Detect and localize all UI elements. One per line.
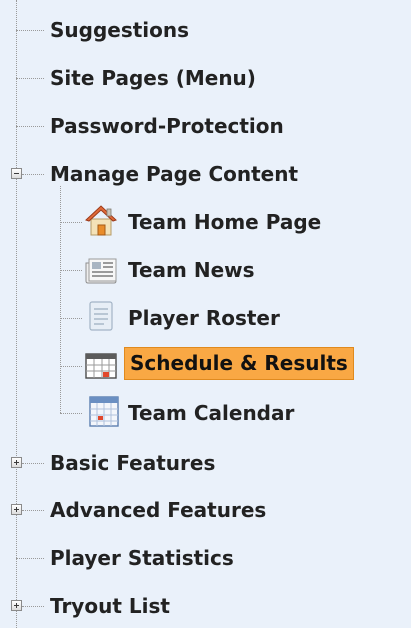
tree-item-password-protection[interactable]: Password-Protection (47, 113, 287, 139)
calendar-icon (89, 396, 119, 427)
house-icon (85, 205, 117, 236)
expand-plus-icon[interactable] (11, 600, 22, 611)
tree-item-schedule-results[interactable]: Schedule & Results (124, 347, 354, 380)
tree-item-tryout-list[interactable]: Tryout List (47, 593, 173, 619)
tree-item-team-calendar[interactable]: Team Calendar (125, 400, 297, 426)
tree-connector (22, 606, 44, 607)
tree-connector (60, 318, 82, 319)
tree-connector (60, 413, 82, 414)
tree-item-suggestions[interactable]: Suggestions (47, 17, 192, 43)
tree-connector (22, 463, 44, 464)
tree-connector (60, 270, 82, 271)
tree-item-site-pages[interactable]: Site Pages (Menu) (47, 65, 259, 91)
expand-plus-icon[interactable] (11, 504, 22, 515)
tree-connector (16, 126, 44, 127)
tree-item-basic-features[interactable]: Basic Features (47, 450, 218, 476)
tree-connector (16, 30, 44, 31)
tree-connector (60, 222, 82, 223)
tree-connector (16, 78, 44, 79)
expand-plus-icon[interactable] (11, 457, 22, 468)
tree-connector (16, 558, 44, 559)
collapse-minus-icon[interactable] (11, 168, 22, 179)
tree-item-manage-page-content[interactable]: Manage Page Content (47, 161, 301, 187)
document-icon (89, 301, 113, 331)
tree-item-team-home-page[interactable]: Team Home Page (125, 209, 324, 235)
tree-connector (22, 510, 44, 511)
schedule-table-icon (85, 353, 117, 379)
tree-connector (60, 366, 82, 367)
newspaper-icon (85, 258, 117, 284)
tree-item-advanced-features[interactable]: Advanced Features (47, 497, 269, 523)
tree-item-player-statistics[interactable]: Player Statistics (47, 545, 237, 571)
tree-connector (22, 174, 44, 175)
tree-item-team-news[interactable]: Team News (125, 257, 258, 283)
navigation-tree: Suggestions Site Pages (Menu) Password-P… (0, 0, 411, 628)
tree-child-line (60, 186, 61, 413)
tree-item-player-roster[interactable]: Player Roster (125, 305, 283, 331)
tree-root-line (16, 0, 17, 628)
